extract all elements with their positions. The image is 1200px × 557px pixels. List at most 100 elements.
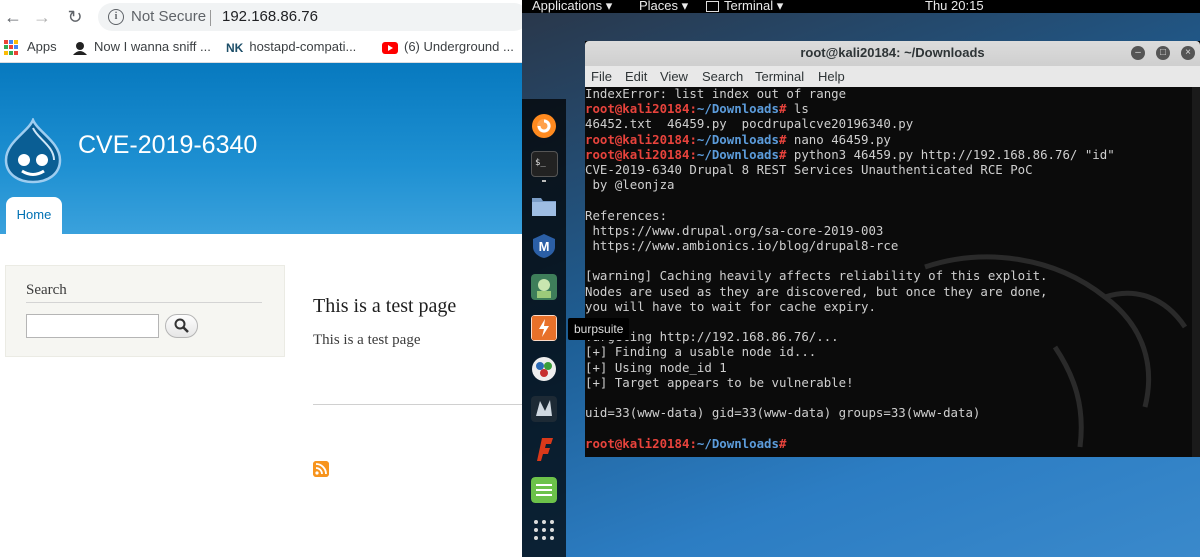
prompt-user: root@kali20184: [585, 101, 690, 117]
arrow-left-icon[interactable]: ←: [2, 6, 24, 28]
bookmark-label: Now I wanna sniff ...: [94, 39, 211, 54]
faraday-icon[interactable]: [531, 436, 557, 462]
clock[interactable]: Thu 20:15: [925, 0, 984, 13]
terminal-output-line: References:: [585, 207, 668, 223]
bookmark-underground[interactable]: (6) Underground ...: [382, 39, 514, 54]
terminal-command-line: root@kali20184:~/Downloads# ls: [585, 101, 809, 117]
terminal-command-line: root@kali20184:~/Downloads# nano 46459.p…: [585, 131, 891, 147]
command-text: python3 46459.py http://192.168.86.76/ "…: [793, 146, 1115, 162]
metasploit-icon[interactable]: M: [531, 233, 557, 259]
minimize-icon[interactable]: –: [1131, 46, 1145, 60]
menu-terminal[interactable]: Terminal: [755, 69, 804, 84]
maximize-icon[interactable]: □: [1156, 46, 1170, 60]
terminal-output-line: https://www.ambionics.io/blog/drupal8-rc…: [585, 238, 899, 253]
info-icon[interactable]: i: [108, 9, 124, 25]
prompt-path: ~/Downloads: [696, 435, 779, 451]
divider: [313, 404, 522, 405]
show-apps-icon[interactable]: [531, 517, 557, 543]
terminal-output-line: you will have to wait for cache expiry.: [585, 298, 876, 314]
kali-desktop: Applications ▾ Places ▾ Terminal ▾ Thu 2…: [522, 0, 1200, 557]
terminal-output-line: CVE-2019-6340 Drupal 8 REST Services Una…: [585, 162, 1033, 177]
menu-help[interactable]: Help: [818, 69, 845, 84]
burpsuite-icon[interactable]: [531, 315, 557, 341]
command-text: ls: [793, 101, 809, 117]
terminal-output-line: [+] Target appears to be vulnerable!: [585, 374, 854, 390]
terminal-output-line: IndexError: list index out of range: [585, 86, 847, 101]
security-label: Not Secure: [131, 8, 207, 25]
terminal-output-line: by @leonjza: [585, 177, 675, 193]
menu-view[interactable]: View: [660, 69, 688, 84]
search-input[interactable]: [26, 314, 159, 338]
terminal-output-line: [+] Using node_id 1: [585, 359, 727, 375]
window-title: root@kali20184: ~/Downloads: [800, 45, 985, 60]
browser-window: ← → ↻ i Not Secure 192.168.86.76 Apps No…: [0, 0, 522, 557]
maltego-icon[interactable]: [531, 356, 557, 382]
menu-file[interactable]: File: [591, 69, 612, 84]
terminal-output-line: 46452.txt 46459.py pocdrupalcve20196340.…: [585, 116, 914, 132]
arrow-right-icon[interactable]: →: [31, 6, 53, 28]
address-bar[interactable]: i Not Secure 192.168.86.76: [98, 3, 522, 31]
drupal-logo-icon[interactable]: [4, 118, 62, 184]
prompt-path: ~/Downloads: [696, 131, 779, 147]
prompt-user: root@kali20184: [585, 131, 690, 147]
bookmark-apps[interactable]: Apps: [4, 39, 57, 55]
prompt-path: ~/Downloads: [696, 101, 779, 117]
search-icon: [174, 318, 189, 333]
terminal-app-menu[interactable]: Terminal ▾: [706, 0, 783, 14]
terminal-output-line: https://www.drupal.org/sa-core-2019-003: [585, 222, 884, 238]
search-button[interactable]: [165, 314, 198, 338]
prompt-path: ~/Downloads: [696, 146, 779, 162]
prompt-user: root@kali20184: [585, 146, 690, 162]
running-indicator: [542, 180, 546, 182]
apps-grid-icon: [4, 40, 19, 55]
command-text: nano 46459.py: [793, 131, 891, 147]
bookmark-label: (6) Underground ...: [404, 39, 514, 54]
page-body: This is a test page: [313, 332, 421, 348]
bookmark-hostapd[interactable]: NK hostapd-compati...: [226, 39, 356, 55]
places-menu[interactable]: Places ▾: [639, 0, 688, 14]
menu-edit[interactable]: Edit: [625, 69, 647, 84]
applications-menu[interactable]: Applications ▾: [532, 0, 612, 14]
terminal-icon[interactable]: $_: [531, 151, 558, 177]
page-title: This is a test page: [313, 295, 457, 317]
youtube-icon: [382, 41, 398, 54]
terminal-output-line: Nodes are used as they are discovered, b…: [585, 283, 1048, 299]
menu-search[interactable]: Search: [702, 69, 743, 84]
scrollbar[interactable]: [1192, 87, 1200, 457]
site-name[interactable]: CVE-2019-6340: [78, 131, 257, 160]
nk-logo-icon: NK: [226, 40, 244, 55]
bookmark-label: hostapd-compati...: [249, 39, 357, 54]
terminal-output[interactable]: IndexError: list index out of range root@…: [585, 86, 1192, 457]
url-text[interactable]: 192.168.86.76: [222, 8, 318, 25]
bookmarks-bar: Apps Now I wanna sniff ... NK hostapd-com…: [0, 34, 522, 63]
bookmark-sniff[interactable]: Now I wanna sniff ...: [72, 39, 211, 55]
search-block-title: Search: [26, 282, 67, 298]
terminal-window[interactable]: root@kali20184: ~/Downloads – □ × File E…: [585, 41, 1200, 457]
armitage-icon[interactable]: [531, 274, 557, 300]
prompt-user: root@kali20184: [585, 435, 690, 451]
tab-home[interactable]: Home: [6, 197, 62, 234]
terminal-icon: [706, 1, 719, 13]
rss-feed-icon[interactable]: [313, 461, 329, 477]
gnome-top-bar: Applications ▾ Places ▾ Terminal ▾ Thu 2…: [522, 0, 1200, 13]
terminal-titlebar[interactable]: root@kali20184: ~/Downloads – □ ×: [585, 41, 1200, 66]
divider: [210, 10, 211, 26]
firefox-icon[interactable]: [531, 113, 557, 139]
search-block: Search: [5, 265, 285, 357]
files-icon[interactable]: [531, 193, 557, 219]
hacker-avatar-icon: [73, 41, 87, 55]
browser-toolbar: ← → ↻ i Not Secure 192.168.86.76: [0, 0, 522, 34]
beef-icon[interactable]: [531, 396, 557, 422]
terminal-menubar: File Edit View Search Terminal Help: [585, 66, 1200, 87]
dash-dock: $_ M: [522, 99, 566, 557]
terminal-command-line: root@kali20184:~/Downloads# python3 4645…: [585, 146, 1115, 162]
bookmark-label: Apps: [27, 39, 57, 54]
divider: [26, 302, 262, 303]
leafpad-icon[interactable]: [531, 477, 557, 503]
terminal-command-line: root@kali20184:~/Downloads#: [585, 435, 794, 451]
close-icon[interactable]: ×: [1181, 46, 1195, 60]
terminal-output-line: [+] Finding a usable node id...: [585, 344, 817, 360]
dock-tooltip: burpsuite: [568, 318, 630, 340]
reload-icon[interactable]: ↻: [64, 6, 86, 28]
svg-text:M: M: [539, 239, 550, 254]
